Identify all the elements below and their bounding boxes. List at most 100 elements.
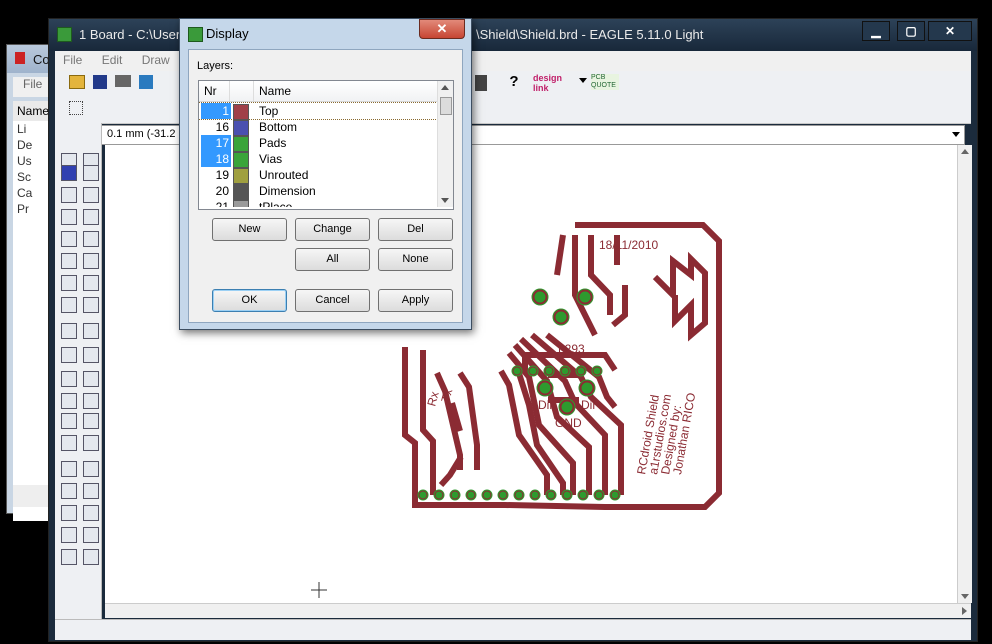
eagle-board-icon (57, 27, 72, 42)
scroll-up-arrow-icon[interactable] (961, 149, 969, 154)
layers-rows: 1 Top 16 Bottom 17 Pads 18 Vias 19 Unrouted 20 Dime… (199, 81, 437, 207)
arc-icon[interactable] (61, 461, 77, 477)
rotate-icon[interactable] (83, 209, 99, 225)
apply-button[interactable]: Apply (378, 289, 453, 312)
route-icon[interactable] (83, 393, 99, 409)
vertical-scrollbar[interactable] (957, 145, 972, 603)
board-pad-drill (534, 291, 546, 303)
cut-icon[interactable] (61, 253, 77, 269)
pcb-quote-button[interactable]: PCB QUOTE (591, 74, 619, 90)
replace-icon[interactable] (83, 297, 99, 313)
cancel-button[interactable]: Cancel (295, 289, 370, 312)
layer-row[interactable]: 16 Bottom (199, 119, 437, 136)
board-pad-drill (435, 491, 443, 499)
wire-icon[interactable] (83, 413, 99, 429)
command-dropdown-icon[interactable] (952, 132, 960, 137)
cam-icon[interactable] (139, 75, 153, 89)
group-icon[interactable] (61, 231, 77, 247)
minimize-button[interactable]: ▁ (862, 21, 890, 41)
delete-icon[interactable] (61, 275, 77, 291)
layers-scroll-up-icon[interactable] (441, 85, 449, 90)
copy-icon[interactable] (83, 187, 99, 203)
menu-draw[interactable]: Draw (134, 51, 178, 69)
circle-icon[interactable] (83, 435, 99, 451)
board-pad-drill (611, 491, 619, 499)
via-icon[interactable] (83, 483, 99, 499)
menu-edit[interactable]: Edit (94, 51, 131, 69)
drc-icon[interactable] (475, 75, 487, 91)
layer-row[interactable]: 1 Top (199, 102, 437, 120)
scroll-down-arrow-icon[interactable] (961, 594, 969, 599)
layer-color-swatch (233, 184, 249, 200)
maximize-button[interactable]: ▢ (897, 21, 925, 41)
layer-row[interactable]: 18 Vias (199, 151, 437, 168)
layer-name: Dimension (259, 184, 316, 198)
designlink-logo[interactable]: design link (533, 73, 577, 93)
mirror-icon[interactable] (61, 209, 77, 225)
help-icon[interactable]: ? (505, 73, 523, 91)
attribute-icon[interactable] (61, 527, 77, 543)
board-pad-drill (579, 291, 591, 303)
display-dialog-icon (188, 27, 203, 42)
board-pad-drill (579, 491, 587, 499)
optimize-icon[interactable] (61, 393, 77, 409)
dropdown-arrow-icon[interactable] (579, 78, 587, 83)
window-title-right: \Shield\Shield.brd - EAGLE 5.11.0 Light (476, 27, 704, 42)
hole-icon[interactable] (83, 505, 99, 521)
add-icon[interactable] (83, 275, 99, 291)
layers-list[interactable]: Nr Name 1 Top 16 Bottom 17 Pads 18 Vias 19 Unrout… (198, 80, 454, 210)
display-layers-icon[interactable] (61, 165, 77, 181)
lock-icon[interactable] (61, 323, 77, 339)
board-pad-drill (513, 367, 521, 375)
value-icon[interactable] (61, 347, 77, 363)
all-button[interactable]: All (295, 248, 370, 271)
paste-icon[interactable] (83, 253, 99, 269)
layer-color-swatch (233, 168, 249, 184)
save-icon[interactable] (93, 75, 107, 89)
split-icon[interactable] (83, 371, 99, 387)
change-icon[interactable] (83, 231, 99, 247)
pinswap-icon[interactable] (61, 297, 77, 313)
more-icon[interactable] (83, 549, 99, 565)
layer-number: 19 (215, 168, 229, 182)
scroll-right-arrow-icon[interactable] (962, 607, 967, 615)
signal-icon[interactable] (61, 505, 77, 521)
text-icon[interactable] (61, 435, 77, 451)
polygon-icon[interactable] (61, 483, 77, 499)
layer-row[interactable]: 20 Dimension (199, 183, 437, 200)
board-gnd-label: GND (555, 416, 582, 430)
move-icon[interactable] (61, 187, 77, 203)
del-button[interactable]: Del (378, 218, 453, 241)
layer-row[interactable]: 21 tPlace (199, 199, 437, 207)
control-panel-menu-file[interactable]: File (13, 77, 42, 91)
horizontal-scrollbar[interactable] (105, 603, 971, 618)
auto-icon[interactable] (61, 549, 77, 565)
grid-icon[interactable] (69, 101, 83, 115)
close-window-button[interactable]: ✕ (928, 21, 972, 41)
none-button[interactable]: None (378, 248, 453, 271)
layers-scroll-down-icon[interactable] (441, 198, 449, 203)
ok-button[interactable]: OK (212, 289, 287, 312)
board-pad-drill (529, 367, 537, 375)
layer-row[interactable]: 17 Pads (199, 135, 437, 152)
ratsnest-icon[interactable] (83, 527, 99, 543)
board-pad-drill (555, 311, 567, 323)
miter-icon[interactable] (61, 371, 77, 387)
layer-color-swatch (233, 152, 249, 168)
layers-scroll-thumb[interactable] (440, 97, 452, 115)
mark-icon[interactable] (83, 165, 99, 181)
menu-file[interactable]: File (55, 51, 90, 69)
open-icon[interactable] (69, 75, 85, 89)
layers-scrollbar[interactable] (437, 81, 453, 207)
layer-row[interactable]: 19 Unrouted (199, 167, 437, 184)
window-title-left: 1 Board - C:\Users\ (79, 27, 191, 42)
dialog-close-button[interactable]: ✕ (419, 19, 465, 39)
display-dialog-title: Display (206, 26, 249, 41)
new-button[interactable]: New (212, 218, 287, 241)
smash-icon[interactable] (83, 347, 99, 363)
change-button[interactable]: Change (295, 218, 370, 241)
ripup-icon[interactable] (61, 413, 77, 429)
rect-icon[interactable] (83, 461, 99, 477)
print-icon[interactable] (115, 75, 131, 87)
name-icon[interactable] (83, 323, 99, 339)
